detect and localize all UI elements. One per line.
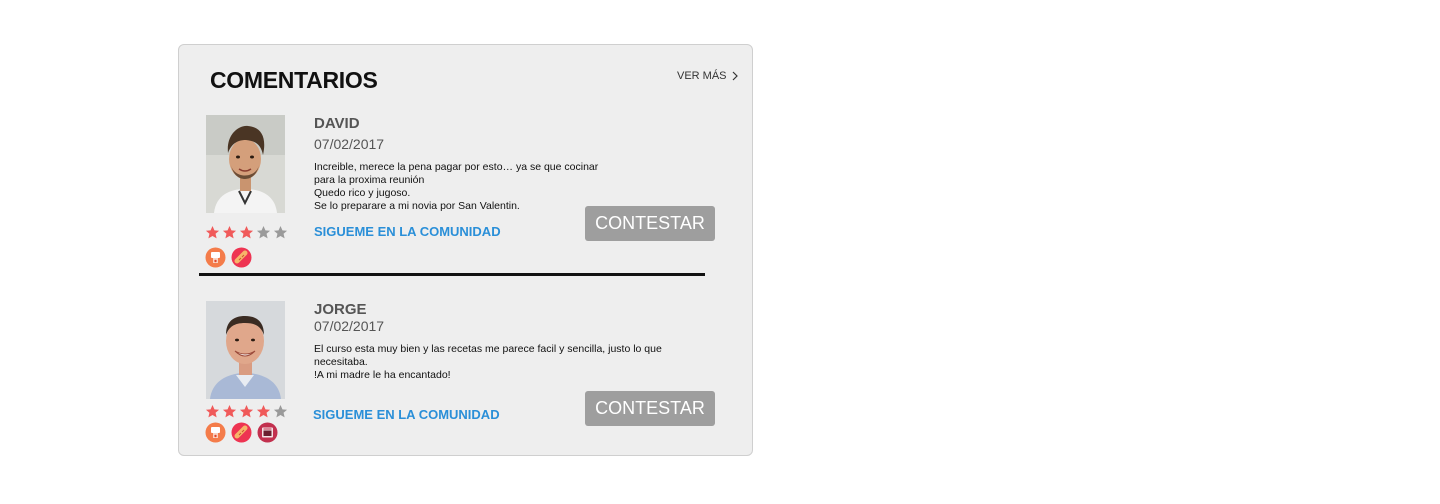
section-title: COMENTARIOS (210, 67, 378, 93)
chevron-right-icon (732, 71, 738, 81)
comment-item: JORGE 07/02/2017 El curso esta muy bien … (179, 301, 754, 457)
badge-list (205, 422, 278, 443)
star-filled-icon (239, 225, 254, 239)
comment-text-line: Increible, merece la pena pagar por esto… (314, 161, 599, 173)
star-filled-icon (205, 225, 220, 239)
comment-text-line: !A mi madre le ha encantado! (314, 369, 451, 381)
rating-stars (205, 225, 288, 240)
comment-text-line: necesitaba. (314, 356, 368, 368)
badge-list (205, 247, 252, 268)
see-more-link[interactable]: VER MÁS (677, 70, 739, 82)
community-link[interactable]: SIGUEME EN LA COMUNIDAD (313, 407, 500, 422)
star-empty-icon (256, 225, 271, 239)
comment-author: DAVID (314, 115, 360, 132)
comment-divider (199, 273, 705, 276)
reply-button[interactable]: CONTESTAR (585, 206, 715, 241)
blender-badge-icon (205, 247, 226, 268)
community-link[interactable]: SIGUEME EN LA COMUNIDAD (314, 224, 501, 239)
comment-author: JORGE (314, 301, 367, 318)
see-more-label: VER MÁS (677, 70, 727, 82)
comment-text: Increible, merece la pena pagar por esto… (314, 161, 614, 213)
star-filled-icon (205, 404, 220, 418)
comment-text-line: Se lo preparare a mi novia por San Valen… (314, 200, 520, 212)
star-empty-icon (273, 404, 288, 418)
sausage-badge-icon (231, 422, 252, 443)
sausage-badge-icon (231, 247, 252, 268)
avatar (206, 301, 285, 399)
blender-badge-icon (205, 422, 226, 443)
comment-text-line: El curso esta muy bien y las recetas me … (314, 343, 662, 355)
comment-text-line: Quedo rico y jugoso. (314, 187, 411, 199)
comment-item: DAVID 07/02/2017 Increible, merece la pe… (179, 115, 754, 275)
avatar (206, 115, 285, 213)
star-filled-icon (239, 404, 254, 418)
comment-date: 07/02/2017 (314, 136, 385, 152)
star-filled-icon (222, 225, 237, 239)
comments-card: COMENTARIOS VER MÁS DAVID 07/02/2017 Inc… (178, 44, 753, 456)
star-filled-icon (222, 404, 237, 418)
oven-badge-icon (257, 422, 278, 443)
star-empty-icon (273, 225, 288, 239)
comment-text: El curso esta muy bien y las recetas me … (314, 343, 662, 382)
star-filled-icon (256, 404, 271, 418)
comment-date: 07/02/2017 (314, 318, 385, 334)
reply-button[interactable]: CONTESTAR (585, 391, 715, 426)
comment-text-line: para la proxima reunión (314, 174, 425, 186)
rating-stars (205, 404, 288, 419)
